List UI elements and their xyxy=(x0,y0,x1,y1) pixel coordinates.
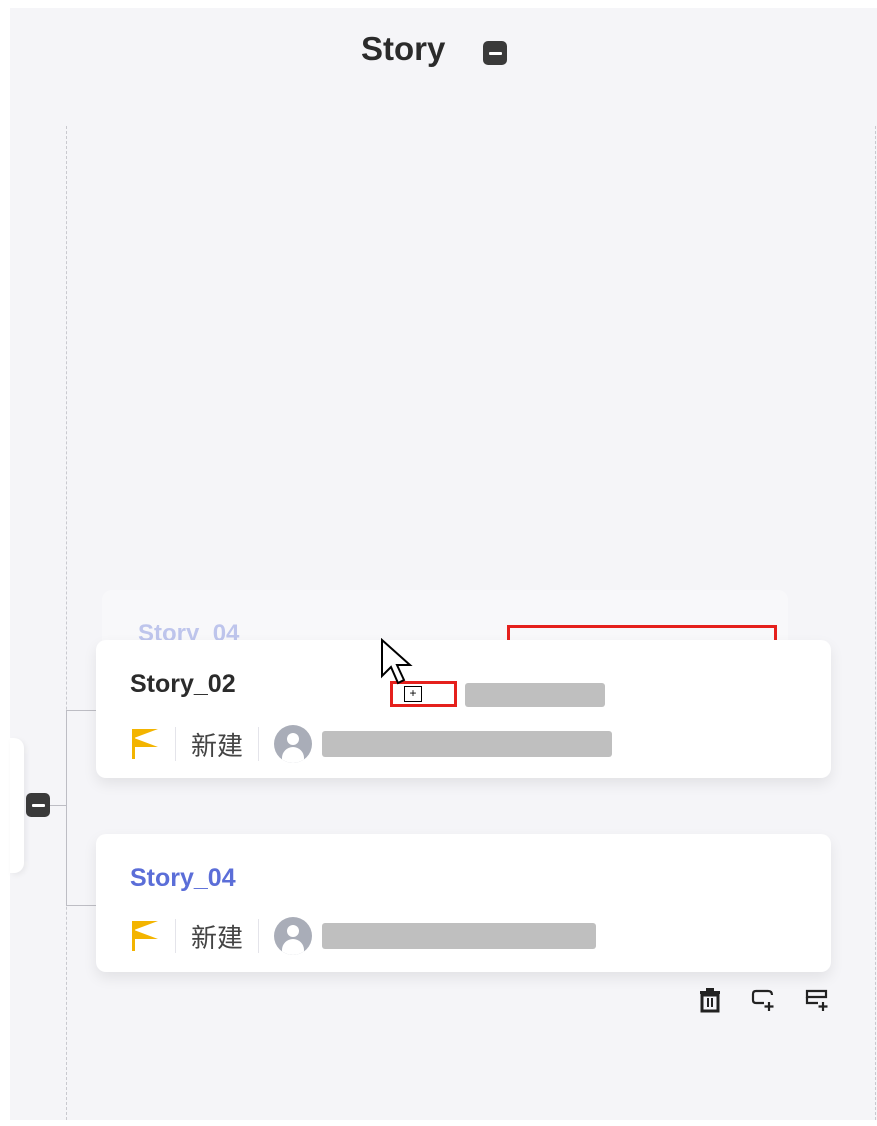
assignee-name-redacted xyxy=(322,923,597,949)
column-guide-right xyxy=(875,126,876,1120)
status-label[interactable]: 新建 xyxy=(191,726,243,763)
board-header: Story xyxy=(10,8,877,98)
card-title[interactable]: Story_02 xyxy=(130,670,236,699)
story-board: Story Story_04 devo pro 新建 Story_02 新建 xyxy=(10,8,877,1120)
divider xyxy=(258,919,260,953)
side-handle[interactable] xyxy=(10,738,24,873)
story-card-1[interactable]: Story_02 新建 xyxy=(96,640,831,778)
priority-flag-icon[interactable] xyxy=(130,727,160,761)
card-title[interactable]: Story_04 xyxy=(130,864,236,893)
status-label[interactable]: 新建 xyxy=(191,918,243,955)
avatar-icon[interactable] xyxy=(274,725,313,763)
minus-icon xyxy=(488,51,502,55)
assignee-name-redacted xyxy=(322,731,613,757)
add-sibling-icon[interactable] xyxy=(804,986,832,1014)
trash-icon[interactable] xyxy=(696,986,724,1014)
assignee-overlay-redacted xyxy=(465,683,605,707)
divider xyxy=(175,727,176,761)
collapse-root-button[interactable] xyxy=(483,41,507,65)
column-guide-left xyxy=(66,126,67,1120)
tree-connector xyxy=(66,710,67,906)
avatar-icon[interactable] xyxy=(274,917,313,955)
priority-flag-icon[interactable] xyxy=(130,919,160,953)
tree-branch-1 xyxy=(66,710,96,711)
page-title: Story xyxy=(361,30,446,67)
tree-branch-2 xyxy=(66,905,96,906)
tree-stem xyxy=(50,805,66,806)
minus-icon xyxy=(31,803,45,807)
card-meta: 新建 xyxy=(130,725,613,763)
divider xyxy=(258,727,260,761)
story-card-2[interactable]: Story_04 新建 xyxy=(96,834,831,972)
card-meta: 新建 xyxy=(130,917,597,955)
divider xyxy=(175,919,176,953)
add-child-icon[interactable] xyxy=(750,986,778,1014)
collapse-group-button[interactable] xyxy=(26,793,50,817)
mouse-cursor-icon xyxy=(381,638,413,685)
